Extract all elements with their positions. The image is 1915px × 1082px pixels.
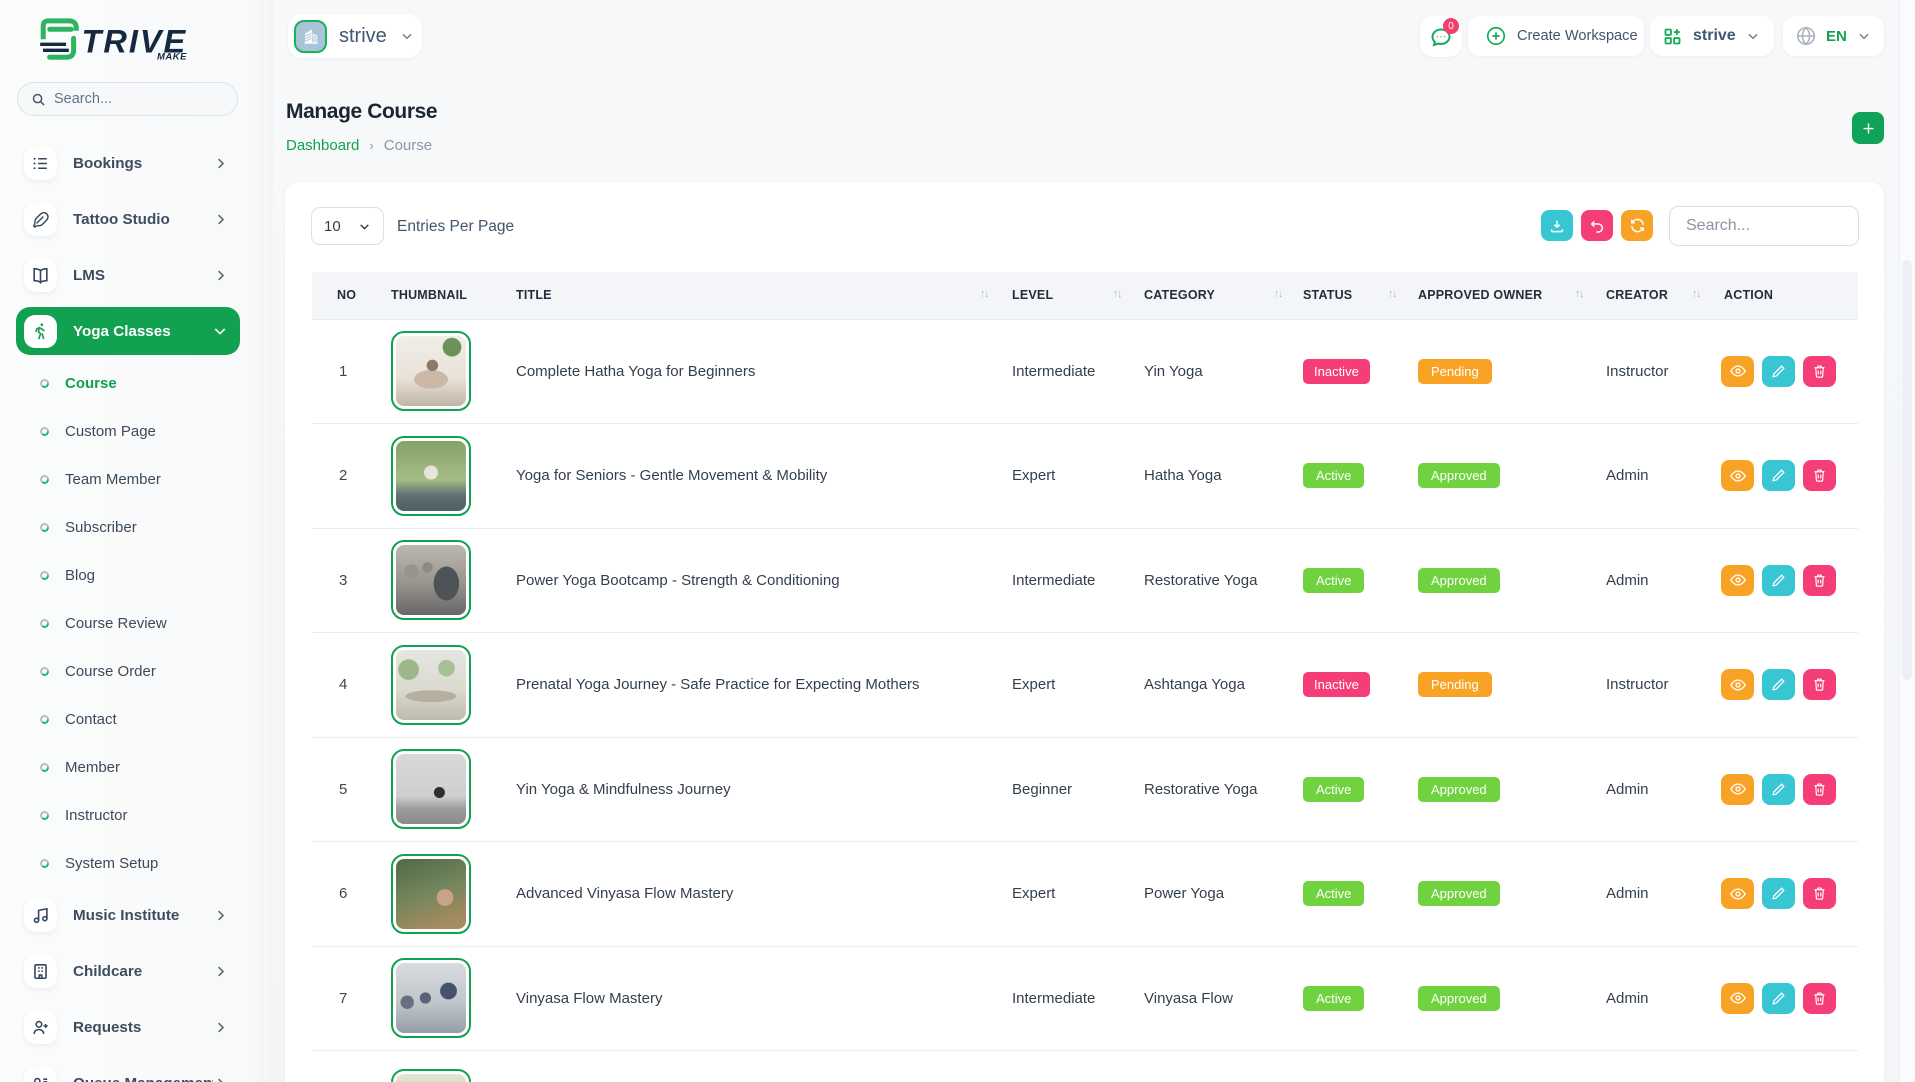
svg-text:MAKE: MAKE [157, 52, 187, 63]
